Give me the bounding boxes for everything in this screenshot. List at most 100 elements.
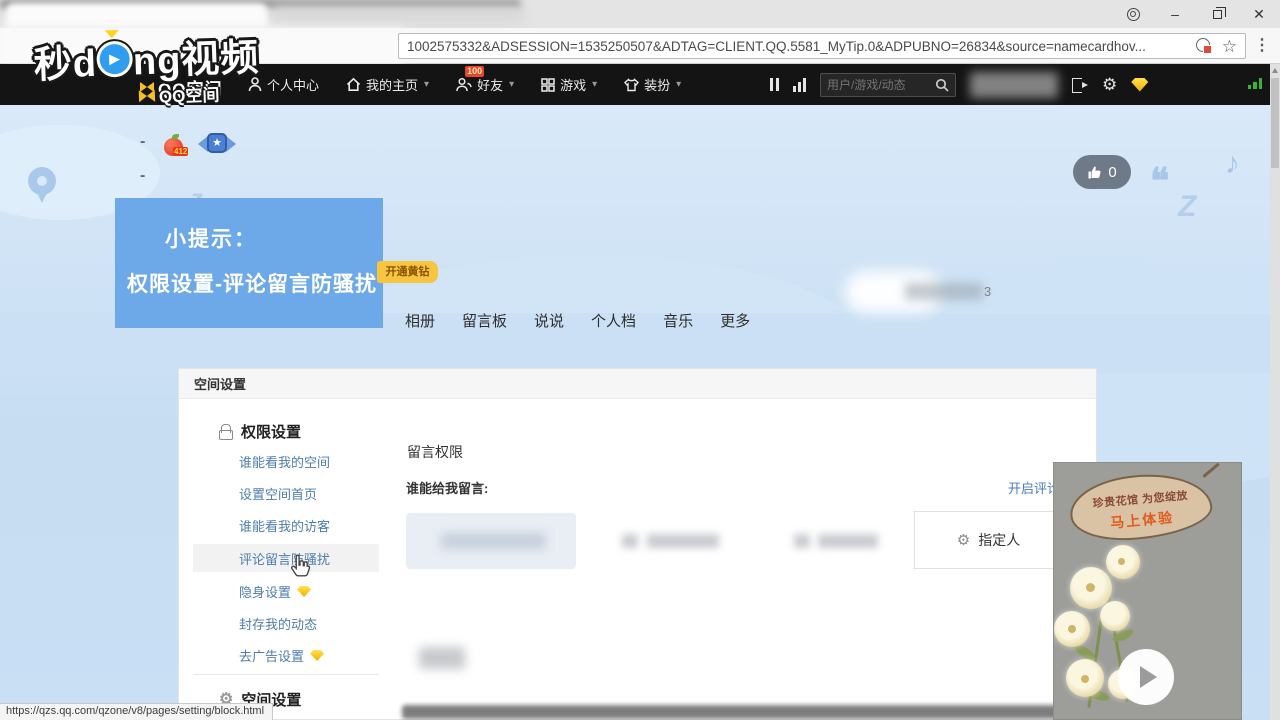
leaf-banner[interactable]: 珍贵花馆 为您绽放 马上体验 — [1067, 469, 1214, 545]
address-bar[interactable]: 1002575332&ADSESSION=1535250507&ADTAG=CL… — [398, 33, 1246, 59]
video-tip-overlay: 小提示： 权限设置-评论留言防骚扰 — [115, 198, 383, 328]
sidebar-divider — [193, 674, 379, 675]
like-count: 0 — [1108, 164, 1116, 181]
sidebar-item-who-can-see-visitors[interactable]: 谁能看我的访客 — [239, 516, 330, 535]
nav-games[interactable]: 游戏 ▾ — [541, 75, 597, 94]
qzone-logo[interactable]: QQ空间 — [140, 75, 222, 100]
content-blocked-icon[interactable] — [1196, 38, 1212, 54]
play-button[interactable] — [1118, 649, 1174, 705]
option-selected-blurred[interactable] — [406, 513, 576, 569]
lock-icon — [219, 424, 233, 439]
flower-center — [1081, 675, 1089, 683]
profile-name-suffix: 3 — [984, 284, 991, 299]
settings-panel: 空间设置 权限设置 谁能看我的空间 设置空间首页 谁能看我的访客 评论留言防骚扰… — [178, 368, 1097, 720]
qzone-tabs: 相册 留言板 说说 个人档 音乐 更多 — [405, 310, 750, 331]
tab-message-board[interactable]: 留言板 — [462, 310, 507, 331]
scrollbar-thumb[interactable] — [1271, 78, 1279, 168]
window-controls: – ✕ — [1112, 0, 1280, 28]
open-yellow-diamond-button[interactable]: 开通黄钻 — [377, 261, 438, 283]
tab-music[interactable]: 音乐 — [663, 310, 693, 331]
browser-menu-icon[interactable]: ⋮ — [1252, 34, 1272, 58]
flower-center — [1086, 583, 1095, 592]
sidebar-item-who-can-see-space[interactable]: 谁能看我的空间 — [239, 452, 330, 471]
gear-icon[interactable]: ⚙ — [1102, 76, 1117, 93]
logout-icon[interactable] — [1072, 78, 1088, 92]
nav-friends[interactable]: 100 好友 ▾ — [456, 75, 514, 94]
bookmark-star-icon[interactable]: ☆ — [1222, 38, 1237, 55]
browser-titlebar: – ✕ — [0, 0, 1280, 28]
nav-dress-up[interactable]: 装扮 ▾ — [624, 75, 681, 94]
sidebar-item-invisible-setting[interactable]: 隐身设置 — [239, 582, 311, 601]
browser-profile-icon[interactable] — [1112, 0, 1154, 28]
sidebar-item-archive-feeds[interactable]: 封存我的动态 — [239, 614, 317, 633]
wing-star-badge-icon[interactable]: ★ — [198, 132, 236, 159]
qzone-search-box[interactable] — [820, 73, 956, 97]
option-blurred-3[interactable] — [766, 513, 912, 569]
mouse-cursor-hand — [289, 554, 311, 580]
sidebar-item-anti-harassment[interactable]: 评论留言防骚扰 — [239, 549, 330, 568]
flower-center — [1068, 625, 1076, 633]
nav-items: 个人中心 我的主页 ▾ 100 好友 ▾ 游戏 ▾ 装扮 ▾ — [248, 64, 681, 105]
nav-personal-center[interactable]: 个人中心 — [248, 75, 319, 94]
page-scrollbar[interactable] — [1270, 64, 1280, 720]
option-blurred-2[interactable] — [577, 513, 765, 569]
scrollbar-up-arrow[interactable] — [1272, 68, 1278, 73]
z-doodle: Z — [1178, 190, 1196, 224]
qzone-navbar: QQ空间 个人中心 我的主页 ▾ 100 好友 ▾ 游戏 ▾ — [0, 64, 1280, 105]
settings-panel-title: 空间设置 — [179, 369, 1096, 399]
chevron-down-icon: ▾ — [592, 79, 597, 90]
chevron-down-icon: ▾ — [424, 79, 429, 90]
toolbar-blurred-region — [0, 28, 404, 64]
flower-center — [1118, 558, 1125, 565]
friends-count-badge: 100 — [465, 66, 484, 77]
location-pin-illustration — [28, 167, 56, 195]
status-url: https://qzs.qq.com/qzone/v8/pages/settin… — [6, 705, 264, 717]
gear-icon: ⚙ — [957, 531, 970, 549]
address-url[interactable]: 1002575332&ADSESSION=1535250507&ADTAG=CL… — [407, 39, 1188, 54]
video-caption-blurred — [402, 705, 1086, 719]
tab-profile[interactable]: 个人档 — [591, 310, 636, 331]
browser-tab-blurred-2 — [272, 6, 522, 24]
close-button[interactable]: ✕ — [1238, 0, 1280, 28]
screen: – ✕ 1002575332&ADSESSION=1535250507&ADTA… — [0, 0, 1280, 720]
network-signal-icon — [1248, 78, 1263, 89]
apple-medal-count: 412 — [173, 147, 188, 156]
friends-icon — [456, 77, 472, 92]
blurred-text-block — [419, 647, 465, 669]
browser-status-bar: https://qzs.qq.com/qzone/v8/pages/settin… — [0, 703, 273, 720]
nav-right-cluster: ⚙ — [770, 64, 1148, 105]
minimize-button[interactable]: – — [1154, 0, 1196, 28]
thumbs-up-icon — [1087, 165, 1102, 180]
bowtie-star-icon — [140, 82, 154, 93]
option-specified-people[interactable]: ⚙ 指定人 — [914, 511, 1063, 569]
restore-button[interactable] — [1196, 0, 1238, 28]
chevron-down-icon: ▾ — [509, 79, 514, 90]
chevron-down-icon: ▾ — [676, 79, 681, 90]
tip-text: 权限设置-评论留言防骚扰 — [127, 268, 383, 298]
tab-albums[interactable]: 相册 — [405, 310, 435, 331]
qzone-logo-text: QQ空间 — [158, 75, 222, 100]
tip-title: 小提示： — [165, 223, 383, 253]
browser-toolbar: 1002575332&ADSESSION=1535250507&ADTAG=CL… — [0, 28, 1280, 64]
dash-text: - — [140, 167, 145, 185]
yellow-diamond-icon[interactable] — [1131, 78, 1148, 92]
quote-doodle: ❝ — [1150, 160, 1169, 202]
flower-ad-overlay[interactable]: 珍贵花馆 为您绽放 马上体验 — [1053, 462, 1242, 720]
user-icon — [248, 77, 262, 92]
tab-shuoshuo[interactable]: 说说 — [534, 310, 564, 331]
activity-chart-icon[interactable] — [793, 78, 806, 92]
nav-my-home[interactable]: 我的主页 ▾ — [346, 75, 429, 94]
home-icon — [346, 77, 361, 92]
username-blurred[interactable] — [970, 72, 1058, 98]
content-section-title: 留言权限 — [407, 442, 463, 462]
qzone-search-input[interactable] — [827, 78, 935, 92]
search-icon[interactable] — [935, 78, 949, 92]
tab-more[interactable]: 更多 — [720, 310, 750, 331]
music-note-doodle: ♪ — [1225, 147, 1240, 181]
like-button[interactable]: 0 — [1073, 155, 1131, 189]
pause-icon[interactable] — [770, 78, 779, 91]
sidebar-item-remove-ads[interactable]: 去广告设置 — [239, 646, 324, 665]
browser-tab-blurred[interactable] — [6, 3, 268, 27]
sidebar-group-permissions: 权限设置 — [219, 421, 301, 442]
sidebar-item-homepage-setting[interactable]: 设置空间首页 — [239, 484, 317, 503]
